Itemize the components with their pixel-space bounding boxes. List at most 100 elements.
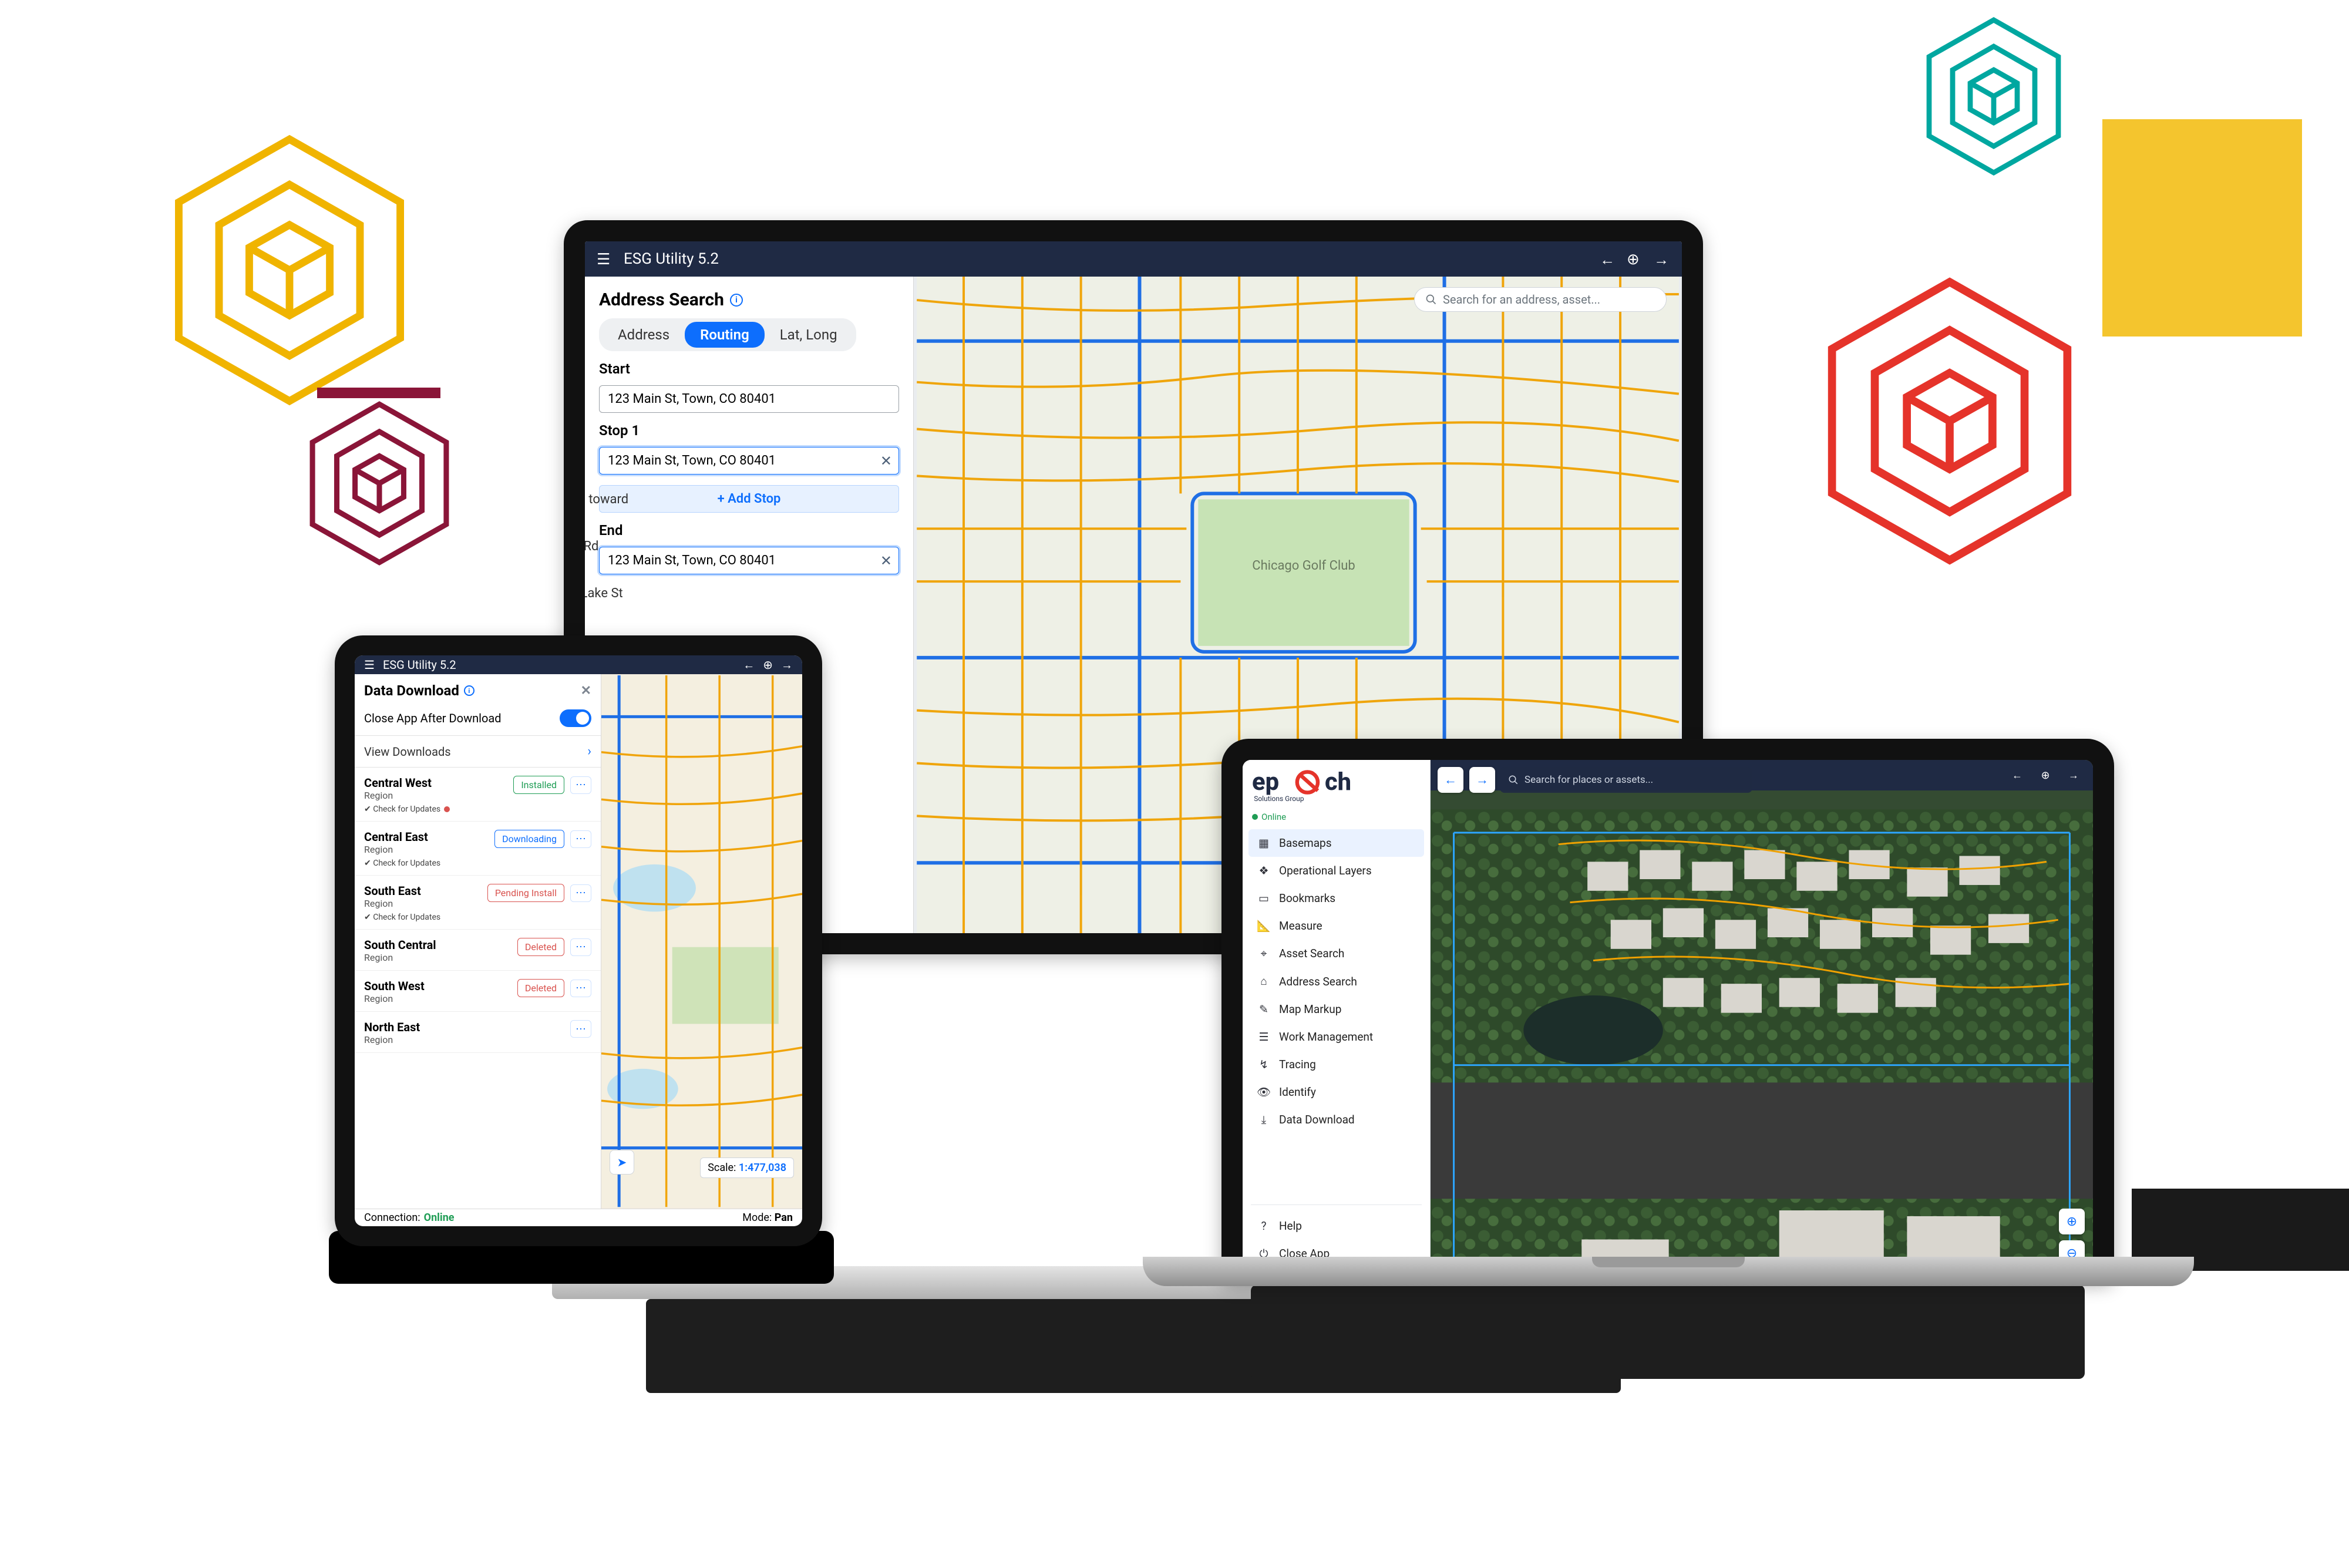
sidebar-item-operational-layers[interactable]: ❖Operational Layers bbox=[1248, 857, 1424, 884]
region-name: South West bbox=[364, 979, 425, 993]
search-placeholder: Search for an address, asset... bbox=[1443, 292, 1600, 307]
sidebar-item-work-management[interactable]: ☰Work Management bbox=[1248, 1023, 1424, 1051]
view-downloads-label: View Downloads bbox=[364, 745, 451, 759]
more-button[interactable]: ⋯ bbox=[570, 980, 591, 997]
sidebar-item-basemaps[interactable]: ▦Basemaps bbox=[1248, 829, 1424, 857]
sidebar: ep ch Solutions Group Online ▦Basemaps❖O… bbox=[1243, 760, 1431, 1274]
nav-forward-button[interactable]: → bbox=[1469, 767, 1495, 793]
sidebar-item-help[interactable]: ?Help bbox=[1248, 1212, 1424, 1240]
laptop-search-input[interactable]: Search for places or assets... bbox=[1500, 767, 1752, 793]
region-name: Central East bbox=[364, 830, 428, 844]
back-icon[interactable]: ← bbox=[1600, 251, 1616, 267]
aerial-imagery bbox=[1431, 790, 2093, 1274]
download-item: South Central Region Deleted ⋯ bbox=[355, 930, 601, 971]
forward-icon[interactable]: → bbox=[1654, 251, 1670, 267]
sidebar-item-label: Data Download bbox=[1279, 1113, 1355, 1126]
map-poi-label: Chicago Golf Club bbox=[1252, 558, 1355, 573]
panel-title: Data Download bbox=[364, 682, 459, 699]
download-item: North East Region ⋯ bbox=[355, 1012, 601, 1053]
data-download-panel: Data Download i ✕ Close App After Downlo… bbox=[355, 674, 601, 1208]
sidebar-item-tracing[interactable]: ↯ Tracing bbox=[1248, 1051, 1424, 1078]
tab-latlong[interactable]: Lat, Long bbox=[765, 322, 853, 348]
end-input[interactable] bbox=[599, 547, 899, 574]
tablet-footer: Connection:Online Mode: Pan bbox=[355, 1209, 802, 1226]
laptop-map[interactable]: ← ⊕ → bbox=[1431, 760, 2093, 1274]
globe-icon[interactable]: ⊕ bbox=[1627, 251, 1643, 267]
zoom-in-button[interactable]: ⊕ bbox=[2059, 1209, 2085, 1234]
check-updates[interactable]: ✔ Check for Updates bbox=[364, 913, 591, 922]
back-icon[interactable]: ← bbox=[2007, 765, 2027, 785]
sidebar-item-label: Asset Search bbox=[1279, 947, 1344, 960]
region-name: South Central bbox=[364, 938, 436, 952]
globe-icon[interactable]: ⊕ bbox=[763, 658, 773, 672]
end-label: End bbox=[599, 522, 899, 539]
close-after-toggle[interactable] bbox=[560, 709, 591, 727]
close-after-label: Close App After Download bbox=[364, 711, 502, 725]
check-updates[interactable]: ✔ Check for Updates bbox=[364, 805, 591, 814]
more-button[interactable]: ⋯ bbox=[570, 776, 591, 794]
search-mode-tabs: Address Routing Lat, Long bbox=[599, 318, 856, 351]
info-icon[interactable]: i bbox=[730, 294, 743, 307]
sidebar-item-label: Map Markup bbox=[1279, 1002, 1341, 1016]
scale-indicator: Scale: 1:477,038 bbox=[700, 1158, 794, 1178]
view-downloads-row[interactable]: View Downloads › bbox=[355, 735, 601, 768]
tablet-street-map bbox=[601, 674, 802, 1208]
sidebar-item-identify[interactable]: 👁Identify bbox=[1248, 1078, 1424, 1106]
more-button[interactable]: ⋯ bbox=[570, 884, 591, 902]
globe-icon[interactable]: ⊕ bbox=[2035, 765, 2055, 785]
forward-icon[interactable]: → bbox=[2064, 765, 2084, 785]
sidebar-item-measure[interactable]: 📐Measure bbox=[1248, 912, 1424, 940]
stop1-label: Stop 1 bbox=[599, 422, 899, 439]
hex-yellow-icon bbox=[163, 129, 416, 411]
sidebar-icon: ⌖ bbox=[1257, 947, 1271, 960]
menu-icon[interactable]: ☰ bbox=[364, 658, 375, 672]
info-icon[interactable]: i bbox=[464, 685, 474, 696]
sidebar-item-asset-search[interactable]: ⌖ Asset Search bbox=[1248, 940, 1424, 967]
tab-address[interactable]: Address bbox=[603, 322, 685, 348]
back-icon[interactable]: ← bbox=[743, 658, 755, 672]
sidebar-item-bookmarks[interactable]: ▭Bookmarks bbox=[1248, 884, 1424, 912]
sidebar-icon: ↯ bbox=[1257, 1058, 1271, 1071]
search-icon bbox=[1508, 775, 1519, 785]
tablet-frame: ☰ ESG Utility 5.2 ← ⊕ → Data Download i … bbox=[335, 635, 822, 1246]
sidebar-icon: ⤓ bbox=[1257, 1113, 1271, 1126]
status-badge: Deleted bbox=[517, 979, 564, 997]
sidebar-item-label: Tracing bbox=[1279, 1058, 1316, 1071]
region-name: Central West bbox=[364, 776, 432, 790]
region-sub: Region bbox=[364, 790, 432, 801]
nav-back-button[interactable]: ← bbox=[1438, 767, 1463, 793]
more-button[interactable]: ⋯ bbox=[570, 830, 591, 848]
start-input[interactable] bbox=[599, 385, 899, 413]
tablet-map[interactable]: ➤ Scale: 1:477,038 bbox=[601, 674, 802, 1208]
svg-text:Solutions Group: Solutions Group bbox=[1254, 795, 1304, 803]
locate-button[interactable]: ➤ bbox=[610, 1150, 634, 1175]
monitor-titlebar: ☰ ESG Utility 5.2 ← ⊕ → bbox=[585, 241, 1682, 277]
close-icon[interactable]: ✕ bbox=[581, 684, 591, 698]
sidebar-item-address-search[interactable]: ⌂Address Search bbox=[1248, 967, 1424, 995]
sidebar-item-label: Operational Layers bbox=[1279, 864, 1372, 877]
download-item: South West Region Deleted ⋯ bbox=[355, 971, 601, 1012]
sidebar-icon: 👁 bbox=[1257, 1085, 1271, 1099]
check-updates[interactable]: ✔ Check for Updates bbox=[364, 859, 591, 868]
add-stop-button[interactable]: + Add Stop bbox=[599, 485, 899, 513]
search-placeholder: Search for places or assets... bbox=[1525, 774, 1653, 786]
sidebar-item-map-markup[interactable]: ✎Map Markup bbox=[1248, 995, 1424, 1023]
region-sub: Region bbox=[364, 952, 436, 963]
region-sub: Region bbox=[364, 993, 425, 1004]
menu-icon[interactable]: ☰ bbox=[597, 251, 613, 267]
clear-icon[interactable]: ✕ bbox=[880, 453, 892, 469]
region-name: South East bbox=[364, 884, 421, 898]
more-button[interactable]: ⋯ bbox=[570, 1020, 591, 1038]
region-sub: Region bbox=[364, 844, 428, 855]
tab-routing[interactable]: Routing bbox=[685, 322, 765, 348]
sidebar-item-data-download[interactable]: ⤓ Data Download bbox=[1248, 1106, 1424, 1133]
svg-text:ep: ep bbox=[1252, 768, 1279, 796]
more-button[interactable]: ⋯ bbox=[570, 938, 591, 956]
sidebar-icon: ▦ bbox=[1257, 836, 1271, 850]
map-search-input[interactable]: Search for an address, asset... bbox=[1414, 287, 1667, 312]
stop1-input[interactable] bbox=[599, 447, 899, 475]
status-badge: Deleted bbox=[517, 938, 564, 956]
connection-status: Online bbox=[1243, 812, 1430, 828]
forward-icon[interactable]: → bbox=[781, 658, 793, 672]
clear-icon[interactable]: ✕ bbox=[880, 553, 892, 569]
